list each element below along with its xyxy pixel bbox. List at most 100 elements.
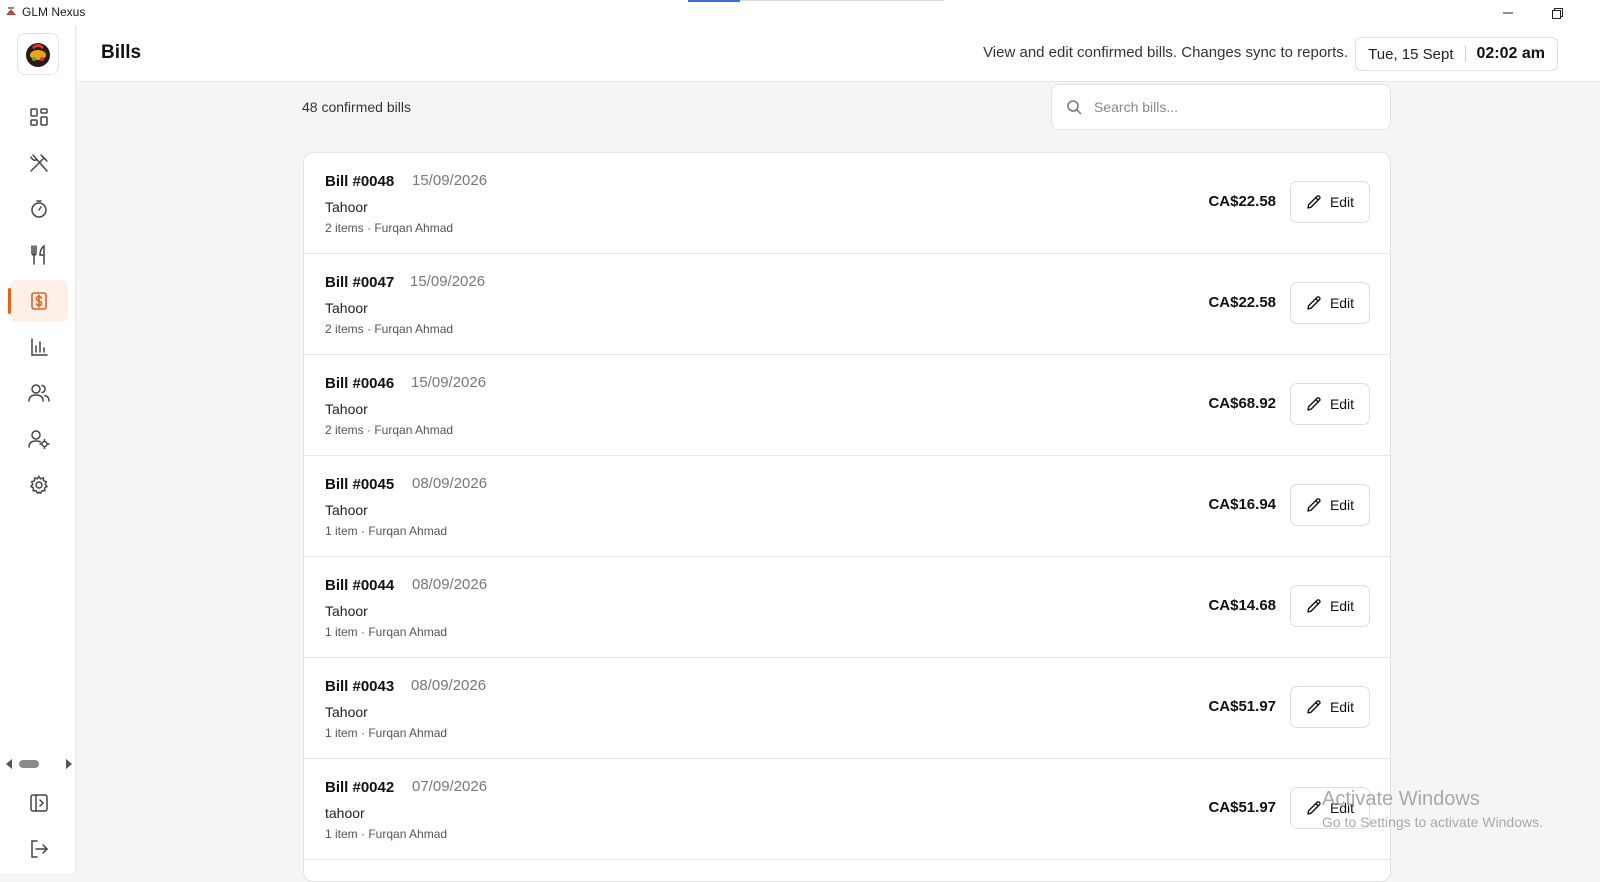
window-titlebar: GLM Nexus	[0, 0, 1600, 26]
bill-meta: 2 items · Furqan Ahmad	[325, 221, 454, 235]
sidebar-item-timer[interactable]	[10, 188, 68, 230]
pencil-icon	[1307, 700, 1321, 714]
sidebar-item-staff[interactable]	[10, 418, 68, 460]
pencil-icon	[1307, 296, 1321, 310]
bill-amount: CA$51.97	[1208, 698, 1276, 715]
bill-customer: Tahoor	[325, 603, 368, 619]
bill-customer: tahoor	[325, 805, 365, 821]
bill-customer: Tahoor	[325, 401, 368, 417]
datetime-divider	[1464, 46, 1466, 62]
bill-amount: CA$51.97	[1208, 799, 1276, 816]
edit-label: Edit	[1329, 800, 1355, 816]
restore-icon	[1551, 7, 1563, 19]
bill-amount: CA$22.58	[1208, 193, 1276, 210]
bill-date: 15/09/2026	[410, 273, 486, 290]
collapse-sidebar-icon	[30, 794, 48, 812]
search-icon	[1067, 100, 1082, 115]
edit-label: Edit	[1329, 396, 1355, 412]
bill-row[interactable]: Bill #0045 08/09/2026 Tahoor 1 item · Fu…	[304, 456, 1390, 557]
bill-number: Bill #0044	[325, 577, 395, 594]
edit-bill-button[interactable]: Edit	[1290, 484, 1370, 526]
pencil-icon	[1307, 498, 1321, 512]
search-box[interactable]	[1051, 84, 1391, 130]
bill-date: 15/09/2026	[412, 172, 488, 189]
bill-meta: 1 item · Furqan Ahmad	[325, 827, 448, 841]
pencil-icon	[1307, 801, 1321, 815]
bill-amount: CA$68.92	[1208, 395, 1276, 412]
sidebar-item-kitchen[interactable]	[10, 142, 68, 184]
restore-button[interactable]	[1537, 2, 1577, 24]
bill-number: Bill #0046	[325, 375, 395, 392]
edit-bill-button[interactable]: Edit	[1290, 282, 1370, 324]
bill-customer: Tahoor	[325, 300, 368, 316]
bill-customer: Tahoor	[325, 199, 368, 215]
bill-row[interactable]: Bill #0042 07/09/2026 tahoor 1 item · Fu…	[304, 759, 1390, 860]
edit-bill-button[interactable]: Edit	[1290, 787, 1370, 829]
scroll-thumb[interactable]	[19, 760, 39, 768]
bill-number: Bill #0047	[325, 274, 395, 291]
bill-meta: 2 items · Furqan Ahmad	[325, 322, 454, 336]
bill-row[interactable]: Bill #0044 08/09/2026 Tahoor 1 item · Fu…	[304, 557, 1390, 658]
datetime-display: Tue, 15 Sept 02:02 am	[1355, 37, 1558, 71]
bill-row[interactable]: Bill #0043 08/09/2026 Tahoor 1 item · Fu…	[304, 658, 1390, 759]
dashboard-icon	[30, 108, 48, 126]
bill-meta: 1 item · Furqan Ahmad	[325, 524, 448, 538]
bill-row[interactable]: Bill #0048 15/09/2026 Tahoor 2 items · F…	[304, 153, 1390, 254]
sidebar-item-settings[interactable]	[10, 464, 68, 506]
users-icon	[28, 384, 50, 402]
app-logo[interactable]	[17, 33, 59, 75]
utensils-crossed-icon	[30, 154, 48, 172]
edit-bill-button[interactable]: Edit	[1290, 585, 1370, 627]
sidebar-item-menu[interactable]	[10, 234, 68, 276]
bill-number: Bill #0042	[325, 779, 395, 796]
tab-indicator	[688, 0, 740, 2]
logout-button[interactable]	[10, 828, 68, 870]
bill-row[interactable]: Bill #0047 15/09/2026 Tahoor 2 items · F…	[304, 254, 1390, 355]
edit-label: Edit	[1329, 699, 1355, 715]
minimize-icon	[1503, 12, 1513, 14]
bill-row[interactable]: Bill #0046 15/09/2026 Tahoor 2 items · F…	[304, 355, 1390, 456]
bill-date: 08/09/2026	[411, 677, 487, 694]
bill-number: Bill #0043	[325, 678, 395, 695]
edit-bill-button[interactable]: Edit	[1290, 181, 1370, 223]
bill-customer: Tahoor	[325, 502, 368, 518]
bill-meta: 1 item · Furqan Ahmad	[325, 726, 448, 740]
page-title: Bills	[101, 42, 142, 63]
current-date: Tue, 15 Sept	[1368, 45, 1454, 63]
sidebar-item-reports[interactable]	[10, 326, 68, 368]
search-input[interactable]	[1094, 93, 1374, 121]
logout-icon	[31, 840, 49, 858]
user-settings-icon	[28, 430, 50, 449]
page-header: Bills View and edit confirmed bills. Cha…	[77, 26, 1600, 82]
minimize-button[interactable]	[1488, 2, 1528, 24]
sidebar-item-bills[interactable]	[8, 280, 68, 322]
bills-list: Bill #0048 15/09/2026 Tahoor 2 items · F…	[303, 152, 1391, 882]
sidebar	[0, 26, 76, 873]
app-icon	[6, 7, 16, 15]
tab-strip-line	[740, 0, 944, 1]
edit-bill-button[interactable]: Edit	[1290, 686, 1370, 728]
edit-label: Edit	[1329, 194, 1355, 210]
edit-label: Edit	[1329, 598, 1355, 614]
scroll-left-icon[interactable]	[6, 759, 12, 769]
sidebar-item-customers[interactable]	[10, 372, 68, 414]
edit-label: Edit	[1329, 295, 1355, 311]
window-title: GLM Nexus	[22, 5, 86, 19]
bill-number: Bill #0048	[325, 173, 395, 190]
sidebar-scrollbar[interactable]	[6, 754, 72, 772]
restaurant-logo-icon	[26, 43, 50, 67]
page-description: View and edit confirmed bills. Changes s…	[983, 44, 1348, 61]
bill-amount: CA$16.94	[1208, 496, 1276, 513]
current-time: 02:02 am	[1476, 45, 1546, 62]
gear-icon	[29, 475, 49, 494]
sidebar-item-dashboard[interactable]	[10, 96, 68, 138]
bill-date: 15/09/2026	[411, 374, 487, 391]
bill-customer: Tahoor	[325, 704, 368, 720]
bill-count: 48 confirmed bills	[302, 99, 411, 115]
bill-number: Bill #0045	[325, 476, 395, 493]
edit-bill-button[interactable]: Edit	[1290, 383, 1370, 425]
fork-knife-icon	[31, 244, 45, 265]
bill-meta: 1 item · Furqan Ahmad	[325, 625, 448, 639]
sidebar-collapse-button[interactable]	[10, 782, 68, 824]
scroll-right-icon[interactable]	[66, 759, 72, 769]
